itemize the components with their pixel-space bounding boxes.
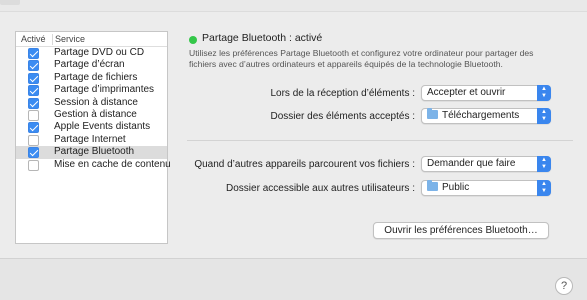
service-row[interactable]: Partage de fichiers [16, 72, 167, 84]
service-rows: Partage DVD ou CD Partage d’écran Partage … [16, 47, 171, 171]
browse-files-value: Demander que faire [427, 158, 516, 169]
service-checkbox[interactable] [28, 72, 39, 84]
column-header-service[interactable]: Service [55, 34, 85, 44]
status-title: Partage Bluetooth : activé [202, 32, 323, 44]
popup-arrows-icon: ▲ ▼ [537, 108, 551, 124]
popup-arrows-icon: ▲ ▼ [537, 180, 551, 196]
shared-folder-label: Dossier accessible aux autres utilisateu… [226, 183, 415, 194]
receive-items-label: Lors de la réception d’éléments : [270, 88, 415, 99]
service-checkbox[interactable] [28, 159, 39, 171]
column-divider [52, 34, 53, 45]
service-checkbox[interactable] [28, 85, 39, 97]
service-checkbox[interactable] [28, 122, 39, 134]
top-strip-handle [0, 0, 20, 5]
service-label: Mise en cache de contenu [54, 158, 171, 170]
service-row[interactable]: Session à distance [16, 97, 167, 109]
service-label: Session à distance [54, 96, 138, 108]
service-checkbox[interactable] [28, 48, 39, 59]
service-label: Gestion à distance [54, 108, 137, 120]
service-description: Utilisez les préférences Partage Bluetoo… [189, 48, 534, 69]
pane-footer: ? [0, 258, 587, 300]
column-header-enabled[interactable]: Activé [21, 34, 46, 44]
section-divider [187, 140, 573, 141]
service-label: Apple Events distants [54, 121, 151, 133]
service-row[interactable]: Partage d’imprimantes [16, 84, 167, 97]
service-list-header: Activé Service [16, 32, 167, 47]
service-list[interactable]: Activé Service Partage DVD ou CD Partage … [15, 31, 171, 244]
receive-items-value: Accepter et ouvrir [427, 87, 506, 98]
service-label: Partage Bluetooth [54, 146, 135, 158]
shared-folder-popup[interactable]: Public ▲ ▼ [421, 180, 551, 196]
status-indicator-icon [189, 36, 197, 44]
browse-files-popup[interactable]: Demander que faire ▲ ▼ [421, 156, 551, 172]
service-row[interactable]: Gestion à distance [16, 109, 167, 121]
window-top-strip [0, 0, 587, 12]
accepted-folder-label: Dossier des éléments acceptés : [270, 111, 415, 122]
service-row[interactable]: Partage d’écran [16, 59, 167, 72]
service-row[interactable]: Partage Internet [16, 134, 167, 146]
service-label: Partage d’imprimantes [54, 84, 155, 96]
accepted-folder-value: Téléchargements [442, 110, 520, 121]
accepted-folder-popup[interactable]: Téléchargements ▲ ▼ [421, 108, 551, 124]
service-label: Partage Internet [54, 133, 126, 145]
service-checkbox[interactable] [28, 97, 39, 109]
service-row[interactable]: Apple Events distants [16, 121, 167, 134]
service-row[interactable]: Partage Bluetooth [16, 146, 167, 159]
folder-icon [427, 180, 438, 191]
open-bluetooth-preferences-button[interactable]: Ouvrir les préférences Bluetooth… [373, 222, 549, 239]
service-checkbox[interactable] [28, 147, 39, 159]
shared-folder-value: Public [442, 182, 470, 193]
service-checkbox[interactable] [28, 134, 39, 146]
popup-arrows-icon: ▲ ▼ [537, 85, 551, 101]
service-label: Partage DVD ou CD [54, 47, 145, 58]
receive-items-popup[interactable]: Accepter et ouvrir ▲ ▼ [421, 85, 551, 101]
service-label: Partage de fichiers [54, 71, 138, 83]
browse-files-label: Quand d’autres appareils parcourent vos … [194, 159, 415, 170]
help-button[interactable]: ? [555, 277, 573, 295]
folder-icon [427, 108, 438, 119]
service-checkbox[interactable] [28, 60, 39, 72]
service-label: Partage d’écran [54, 59, 125, 71]
service-checkbox[interactable] [28, 109, 39, 121]
service-row[interactable]: Mise en cache de contenu [16, 159, 171, 171]
popup-arrows-icon: ▲ ▼ [537, 156, 551, 172]
service-row[interactable]: Partage DVD ou CD [16, 47, 167, 59]
